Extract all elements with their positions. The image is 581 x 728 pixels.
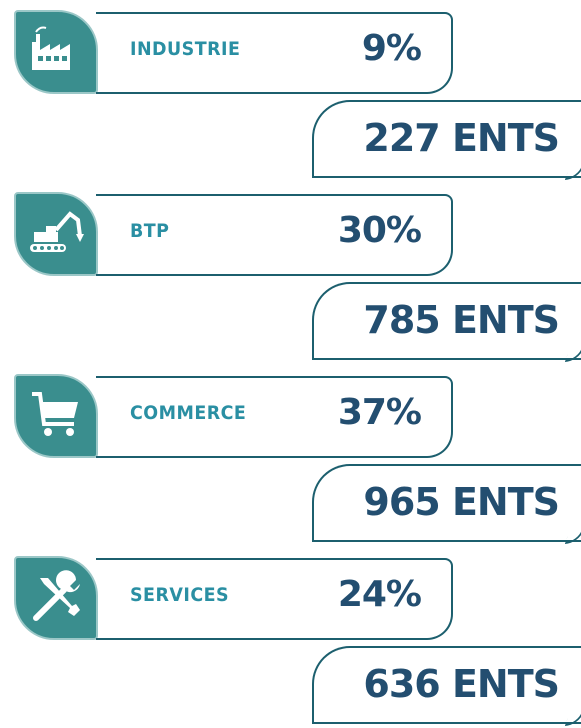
- sector-row-services: SERVICES 24% 636 ENTS: [0, 546, 581, 728]
- icon-tile: [14, 10, 98, 94]
- excavator-icon: [30, 211, 84, 252]
- sector-label: SERVICES: [130, 584, 230, 606]
- sector-percent: 9%: [361, 28, 422, 69]
- sector-count: 785 ENTS: [363, 298, 560, 342]
- factory-icon: [32, 26, 70, 70]
- sector-label: BTP: [130, 220, 170, 242]
- sector-count: 227 ENTS: [363, 116, 560, 160]
- icon-tile: [14, 556, 98, 640]
- sector-count: 965 ENTS: [363, 480, 560, 524]
- sector-row-commerce: COMMERCE 37% 965 ENTS: [0, 364, 581, 546]
- sector-row-industrie: INDUSTRIE 9% 227 ENTS: [0, 0, 581, 182]
- sector-percent: 24%: [337, 574, 422, 615]
- sector-percent: 30%: [337, 210, 422, 251]
- sector-row-btp: BTP 30% 785 ENTS: [0, 182, 581, 364]
- sector-count: 636 ENTS: [363, 662, 560, 706]
- icon-tile: [14, 192, 98, 276]
- tools-icon: [33, 570, 80, 621]
- icon-tile: [14, 374, 98, 458]
- sector-label: COMMERCE: [130, 402, 247, 424]
- sector-percent: 37%: [337, 392, 422, 433]
- sector-label: INDUSTRIE: [130, 38, 241, 60]
- shopping-cart-icon: [32, 392, 78, 436]
